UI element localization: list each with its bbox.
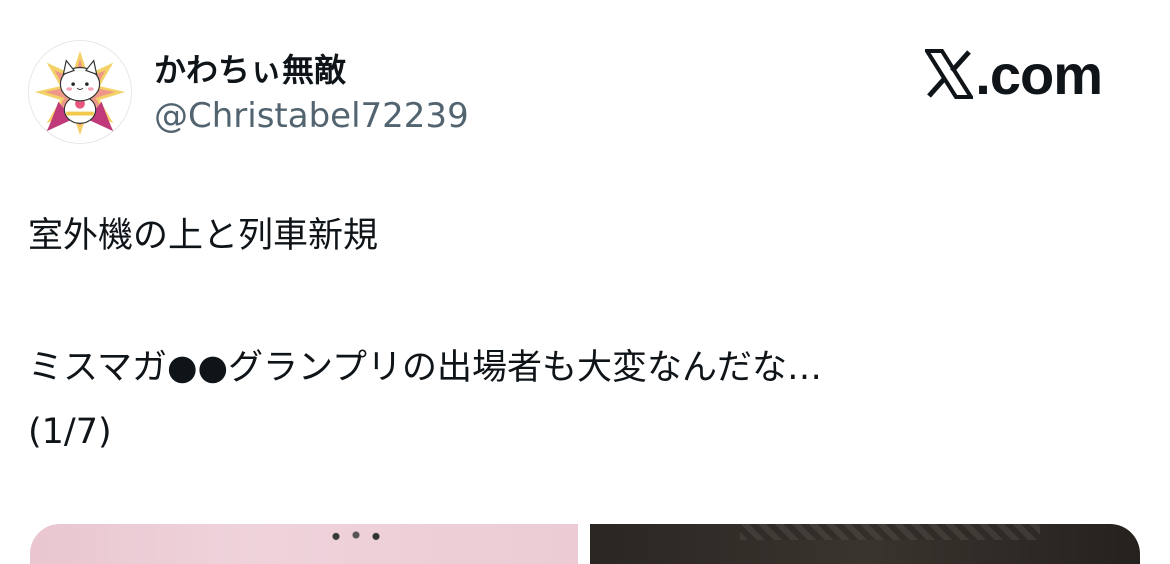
photo-thumbnail-2 <box>740 524 1040 540</box>
tweet-text-line-1: 室外機の上と列車新規 <box>28 216 379 256</box>
media-photo-1[interactable] <box>30 524 578 564</box>
author-handle[interactable]: @Christabel72239 <box>154 94 469 138</box>
media-photo-2[interactable] <box>590 524 1140 564</box>
tweet-text-line-3: (1/7) <box>28 412 112 452</box>
tweet-text-line-2: ミスマガ●●グランプリの出場者も大変なんだな… <box>28 348 822 388</box>
author-display-name[interactable]: かわちぃ無敵 <box>154 48 346 92</box>
x-logo-icon <box>925 49 974 99</box>
cat-superhero-avatar-icon <box>29 41 131 143</box>
brand-domain-label: .com <box>975 42 1103 106</box>
photo-thumbnail-1 <box>320 528 400 542</box>
author-avatar[interactable] <box>28 40 132 144</box>
x-com-brand[interactable]: .com <box>925 42 1103 106</box>
